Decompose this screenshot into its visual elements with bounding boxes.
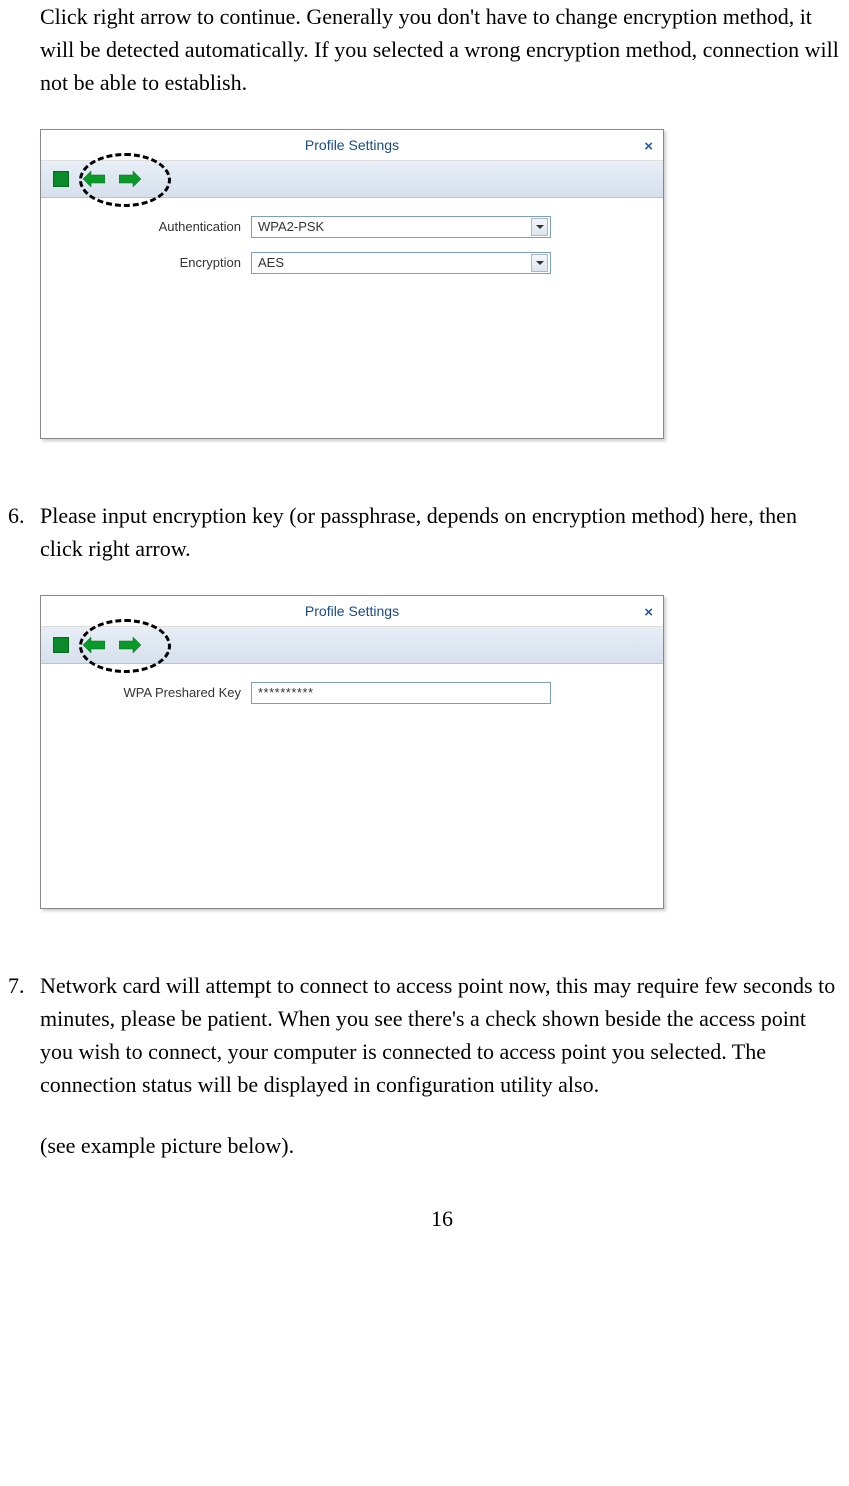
- step-text: Please input encryption key (or passphra…: [40, 499, 844, 565]
- dialog-figure-2: Profile Settings × WPA Preshared Key: [40, 595, 664, 909]
- stop-icon[interactable]: [53, 171, 69, 187]
- preshared-key-label: WPA Preshared Key: [61, 683, 251, 703]
- page-number: 16: [40, 1202, 844, 1235]
- forward-arrow-icon[interactable]: [119, 171, 141, 187]
- dropdown-arrow-icon[interactable]: [531, 254, 548, 272]
- dialog-toolbar: [41, 627, 663, 664]
- encryption-label: Encryption: [61, 253, 251, 273]
- back-arrow-icon[interactable]: [83, 637, 105, 653]
- forward-arrow-icon[interactable]: [119, 637, 141, 653]
- step-6: 6. Please input encryption key (or passp…: [40, 499, 844, 565]
- step-note: (see example picture below).: [40, 1129, 844, 1162]
- encryption-value: AES: [258, 253, 284, 273]
- close-icon[interactable]: ×: [644, 136, 653, 159]
- dialog-title: Profile Settings: [305, 601, 399, 622]
- step-7: 7. Network card will attempt to connect …: [40, 969, 844, 1162]
- encryption-select[interactable]: AES: [251, 252, 551, 274]
- preshared-key-input[interactable]: **********: [251, 682, 551, 704]
- close-icon[interactable]: ×: [644, 602, 653, 625]
- authentication-label: Authentication: [61, 217, 251, 237]
- dialog-titlebar: Profile Settings ×: [41, 596, 663, 627]
- intro-paragraph: Click right arrow to continue. Generally…: [40, 0, 844, 99]
- dropdown-arrow-icon[interactable]: [531, 218, 548, 236]
- dialog-figure-1: Profile Settings × Authentication: [40, 129, 664, 439]
- dialog-title: Profile Settings: [305, 135, 399, 156]
- authentication-value: WPA2-PSK: [258, 217, 324, 237]
- step-number: 7.: [8, 969, 40, 1162]
- authentication-select[interactable]: WPA2-PSK: [251, 216, 551, 238]
- dialog-titlebar: Profile Settings ×: [41, 130, 663, 161]
- back-arrow-icon[interactable]: [83, 171, 105, 187]
- dialog-toolbar: [41, 161, 663, 198]
- step-text: Network card will attempt to connect to …: [40, 969, 844, 1101]
- stop-icon[interactable]: [53, 637, 69, 653]
- preshared-key-value: **********: [258, 683, 314, 703]
- step-number: 6.: [8, 499, 40, 565]
